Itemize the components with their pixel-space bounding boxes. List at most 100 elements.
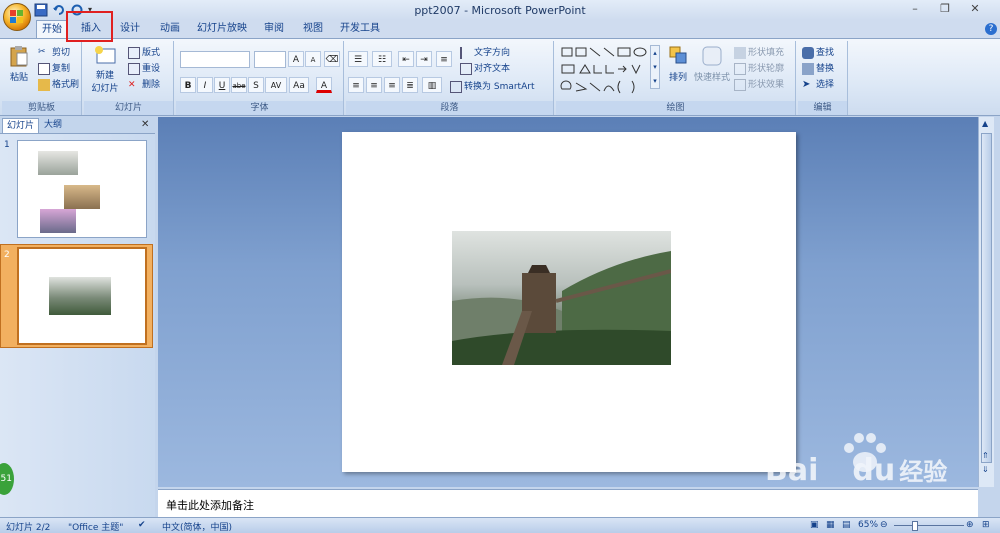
shrink-font-button[interactable]: A (305, 51, 321, 67)
slide-thumbnail-2[interactable] (17, 247, 147, 345)
new-slide-button[interactable]: 新建 幻灯片 (90, 45, 120, 94)
watermark-url: jingyan.baidu.com (775, 492, 877, 505)
replace-button[interactable]: 替换 (802, 61, 834, 75)
char-spacing-button[interactable]: AV (265, 77, 287, 93)
tab-slideshow[interactable]: 幻灯片放映 (194, 20, 250, 38)
numbering-icon[interactable]: ☷ (372, 51, 392, 67)
columns-icon[interactable]: ▥ (422, 77, 442, 93)
new-slide-label-2: 幻灯片 (91, 84, 119, 94)
help-icon[interactable]: ? (985, 23, 997, 35)
tab-developer[interactable]: 开发工具 (336, 20, 384, 38)
slide-thumbnail-1[interactable] (17, 140, 147, 238)
prev-slide-icon[interactable]: ⇑ (982, 451, 989, 460)
tab-view[interactable]: 视图 (297, 20, 329, 38)
scroll-thumb[interactable] (981, 133, 992, 463)
slide-number-1: 1 (4, 140, 10, 150)
select-label: 选择 (816, 80, 835, 90)
find-button[interactable]: 查找 (802, 45, 834, 59)
group-editing: 查找 替换 ➤ 选择 编辑 (798, 41, 848, 115)
zoom-slider[interactable] (894, 525, 964, 526)
copy-button[interactable]: 复制 (38, 61, 70, 75)
align-center-icon[interactable]: ≡ (366, 77, 382, 93)
text-direction-button[interactable]: 文字方向 (460, 45, 510, 59)
convert-smartart-button[interactable]: 转换为 SmartArt (450, 79, 534, 93)
replace-label: 替换 (816, 64, 835, 74)
tab-design[interactable]: 设计 (114, 20, 146, 38)
shape-outline-button[interactable]: 形状轮廓 (734, 61, 784, 75)
smartart-label: 转换为 SmartArt (464, 82, 535, 92)
zoom-slider-thumb[interactable] (912, 521, 918, 531)
change-case-button[interactable]: Aa (289, 77, 309, 93)
great-wall-photo[interactable] (452, 231, 672, 365)
zoom-in-icon[interactable]: ⊕ (966, 520, 974, 530)
paste-button[interactable]: 粘贴 (8, 45, 30, 83)
shape-fill-label: 形状填充 (748, 48, 785, 58)
close-pane-button[interactable]: ✕ (141, 119, 149, 130)
editing-group-label: 编辑 (798, 101, 847, 115)
increase-indent-icon[interactable]: ⇥ (416, 51, 432, 67)
quick-styles-button[interactable]: 快速样式 (694, 45, 730, 83)
normal-view-icon[interactable]: ▣ (810, 520, 819, 530)
restore-button[interactable]: ❐ (930, 2, 960, 18)
slide-count: 幻灯片 2/2 (6, 523, 51, 533)
decrease-indent-icon[interactable]: ⇤ (398, 51, 414, 67)
strikethrough-button[interactable]: abe (231, 77, 247, 93)
tab-review[interactable]: 审阅 (258, 20, 290, 38)
layout-label: 版式 (142, 48, 161, 58)
zoom-out-icon[interactable]: ⊖ (880, 520, 888, 530)
grow-font-button[interactable]: A (288, 51, 304, 67)
slideshow-view-icon[interactable]: ▤ (842, 520, 851, 530)
zoom-level[interactable]: 65% (858, 520, 878, 530)
shape-effects-button[interactable]: 形状效果 (734, 77, 784, 91)
font-size-combo[interactable] (254, 51, 286, 68)
spellcheck-icon[interactable]: ✔ (138, 520, 146, 530)
cut-button[interactable]: ✂ 剪切 (38, 45, 70, 59)
shapes-scroll-icon[interactable]: ▴ ▾ ▾ (650, 45, 660, 89)
fit-to-window-icon[interactable]: ⊞ (982, 520, 990, 530)
layout-button[interactable]: 版式 (128, 45, 160, 59)
format-painter-button[interactable]: 格式刷 (38, 77, 79, 91)
sorter-view-icon[interactable]: ▦ (826, 520, 835, 530)
paste-label: 粘贴 (9, 73, 28, 83)
bold-button[interactable]: B (180, 77, 196, 93)
font-name-combo[interactable] (180, 51, 250, 68)
next-slide-icon[interactable]: ⇓ (982, 465, 989, 474)
bullets-icon[interactable]: ☰ (348, 51, 368, 67)
shapes-icon (560, 47, 647, 94)
ribbon-tabs: 开始 插入 设计 动画 幻灯片放映 审阅 视图 开发工具 ? (0, 20, 1000, 38)
select-button[interactable]: ➤ 选择 (802, 77, 834, 91)
delete-slide-button[interactable]: ✕ 删除 (128, 77, 160, 91)
italic-button[interactable]: I (197, 77, 213, 93)
undo-icon[interactable] (52, 3, 66, 17)
font-group-label: 字体 (176, 101, 343, 115)
tab-animation[interactable]: 动画 (152, 20, 188, 38)
line-spacing-icon[interactable]: ≡ (436, 51, 452, 67)
find-label: 查找 (816, 48, 835, 58)
shadow-button[interactable]: S (248, 77, 264, 93)
scroll-up-icon[interactable]: ▲ (982, 119, 988, 128)
tab-home[interactable]: 开始 (36, 20, 68, 38)
clear-format-icon[interactable]: ⌫ (324, 51, 340, 67)
quick-styles-label: 快速样式 (694, 73, 731, 83)
justify-icon[interactable]: ≣ (402, 77, 418, 93)
minimize-button[interactable]: – (900, 2, 930, 18)
align-right-icon[interactable]: ≡ (384, 77, 400, 93)
tab-slides-pane[interactable]: 幻灯片 (2, 118, 40, 133)
office-button[interactable] (3, 3, 31, 31)
shape-fill-button[interactable]: 形状填充 (734, 45, 784, 59)
align-left-icon[interactable]: ≡ (348, 77, 364, 93)
font-color-button[interactable]: A (316, 77, 332, 93)
fill-bucket-icon (734, 46, 746, 59)
save-icon[interactable] (34, 3, 48, 17)
tab-outline-pane[interactable]: 大纲 (40, 118, 66, 133)
watermark-text: Bai du 经验 (765, 452, 947, 488)
align-text-button[interactable]: 对齐文本 (460, 61, 510, 75)
close-button[interactable]: ✕ (960, 2, 990, 18)
arrange-button[interactable]: 排列 (666, 45, 690, 83)
reset-button[interactable]: 重设 (128, 61, 160, 75)
shapes-gallery[interactable] (560, 45, 656, 95)
vertical-scrollbar[interactable]: ▲ ⇑ ⇓ (978, 117, 994, 487)
shape-outline-label: 形状轮廓 (748, 64, 785, 74)
underline-button[interactable]: U (214, 77, 230, 93)
text-direction-icon (460, 46, 472, 59)
